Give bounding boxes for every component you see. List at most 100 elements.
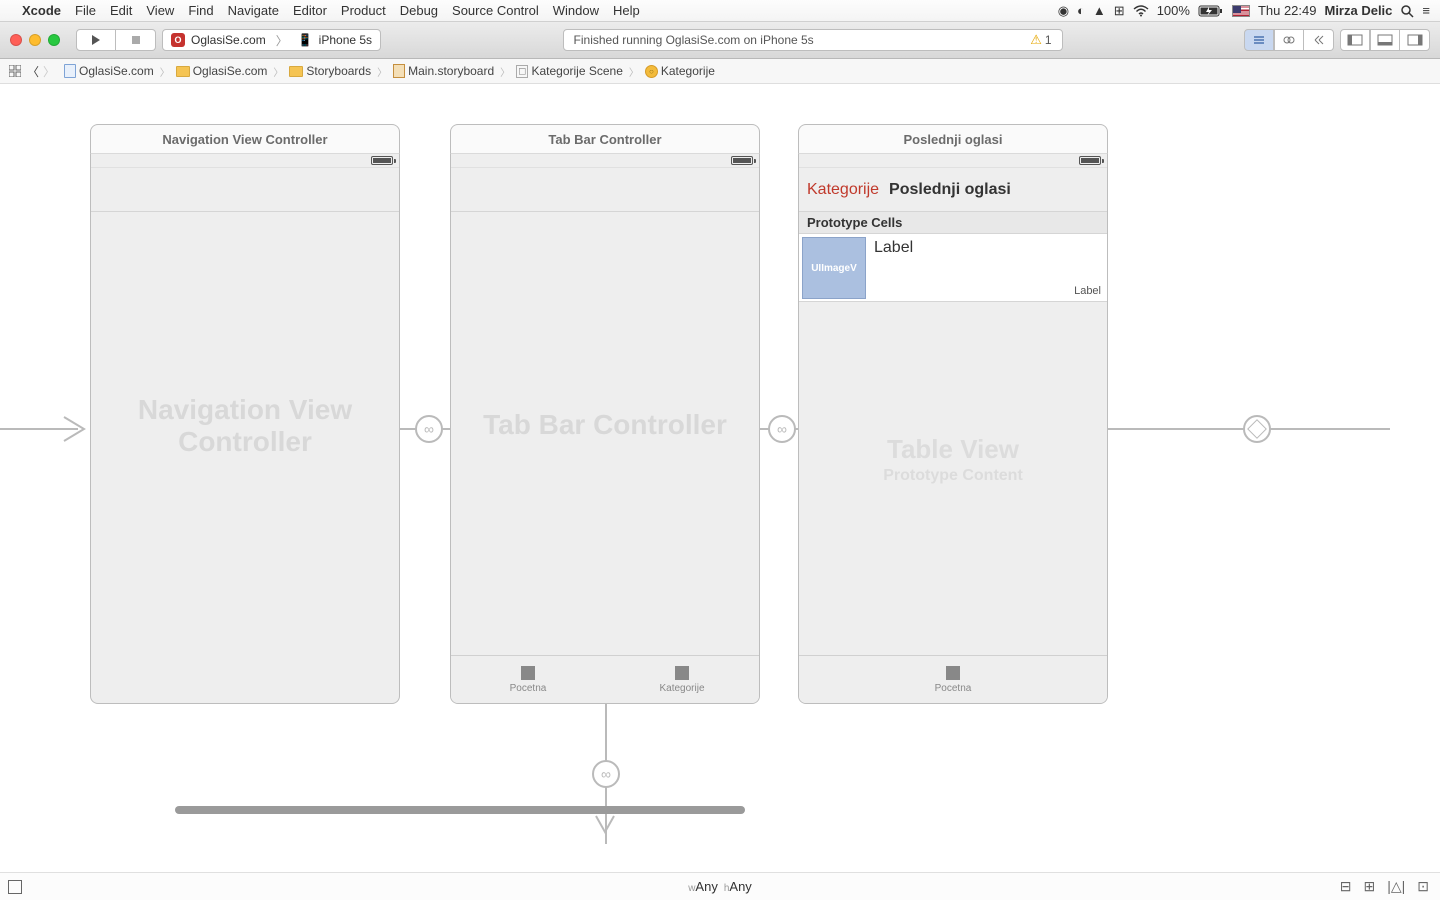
- menu-edit[interactable]: Edit: [110, 3, 132, 18]
- utilities-toggle-button[interactable]: [1400, 29, 1430, 51]
- standard-editor-button[interactable]: [1244, 29, 1274, 51]
- resizing-button[interactable]: ⊡: [1414, 878, 1432, 895]
- breadcrumb-storyboards[interactable]: Storyboards: [289, 64, 371, 78]
- breadcrumb-file[interactable]: Main.storyboard: [393, 64, 494, 78]
- tabbar-controller-scene[interactable]: Tab Bar Controller Tab Bar Controller Po…: [450, 124, 760, 704]
- jump-bar: 〈 〉 OglasiSe.com 〉 OglasiSe.com 〉 Storyb…: [0, 59, 1440, 84]
- placeholder-text: Navigation View Controller: [91, 394, 399, 458]
- minimize-button[interactable]: [29, 34, 41, 46]
- run-button[interactable]: [76, 29, 116, 51]
- segue-show-icon[interactable]: [1243, 415, 1271, 443]
- wifi-icon[interactable]: [1133, 5, 1149, 17]
- pin-button[interactable]: ⊞: [1360, 878, 1378, 895]
- scheme-device-label: iPhone 5s: [319, 33, 372, 47]
- canvas-bottom-bar: wAny hAny ⊟ ⊞ |△| ⊡: [0, 872, 1440, 900]
- segue-relationship-icon[interactable]: ∞: [768, 415, 796, 443]
- menu-file[interactable]: File: [75, 3, 96, 18]
- align-button[interactable]: ⊟: [1337, 878, 1355, 895]
- menu-product[interactable]: Product: [341, 3, 386, 18]
- menu-find[interactable]: Find: [188, 3, 213, 18]
- segue-root-icon[interactable]: ∞: [415, 415, 443, 443]
- storyboard-icon: [393, 64, 405, 78]
- scheme-app-label: OglasiSe.com: [191, 33, 266, 47]
- resolve-issues-button[interactable]: |△|: [1384, 878, 1408, 895]
- menu-source-control[interactable]: Source Control: [452, 3, 539, 18]
- xcode-toolbar: O OglasiSe.com 〉 📱 iPhone 5s Finished ru…: [0, 22, 1440, 59]
- uiimageview[interactable]: UIImageV: [802, 237, 866, 299]
- breadcrumb-project[interactable]: OglasiSe.com: [64, 64, 154, 78]
- segue-relationship-icon[interactable]: ∞: [592, 760, 620, 788]
- size-class-control[interactable]: wAny hAny: [688, 879, 752, 894]
- menu-help[interactable]: Help: [613, 3, 640, 18]
- navigator-toggle-button[interactable]: [1340, 29, 1370, 51]
- stop-button[interactable]: [116, 29, 156, 51]
- activity-viewer[interactable]: Finished running OglasiSe.com on iPhone …: [563, 29, 1063, 51]
- adblock-icon[interactable]: ◐: [1077, 3, 1085, 18]
- prototype-cell[interactable]: UIImageV Label Label: [799, 234, 1107, 302]
- breadcrumb-object[interactable]: ○Kategorije: [645, 64, 715, 78]
- menu-navigate[interactable]: Navigate: [228, 3, 279, 18]
- scheme-selector[interactable]: O OglasiSe.com 〉 📱 iPhone 5s: [162, 29, 381, 51]
- horizontal-scrollbar[interactable]: [175, 806, 745, 814]
- device-icon: 📱: [298, 33, 313, 47]
- prototype-cells-header: Prototype Cells: [799, 212, 1107, 234]
- breadcrumb-group[interactable]: OglasiSe.com: [176, 64, 268, 78]
- nav-title: Poslednji oglasi: [889, 181, 1011, 199]
- scene-title[interactable]: Tab Bar Controller: [450, 124, 760, 154]
- notification-center-icon[interactable]: ≡: [1422, 3, 1430, 18]
- menu-window[interactable]: Window: [553, 3, 599, 18]
- assistant-editor-button[interactable]: [1274, 29, 1304, 51]
- poslednji-oglasi-scene[interactable]: Poslednji oglasi Kategorije Poslednji og…: [798, 124, 1108, 704]
- panel-toggle-group: [1340, 29, 1430, 51]
- warning-icon[interactable]: ⚠: [1030, 32, 1042, 48]
- navigation-controller-scene[interactable]: Navigation View Controller Navigation Vi…: [90, 124, 400, 704]
- scene-title[interactable]: Navigation View Controller: [90, 124, 400, 154]
- user-name[interactable]: Mirza Delic: [1324, 3, 1392, 18]
- project-icon: [64, 64, 76, 78]
- folder-icon: [289, 66, 303, 77]
- app-name[interactable]: Xcode: [22, 3, 61, 18]
- version-editor-button[interactable]: [1304, 29, 1334, 51]
- cell-label-detail[interactable]: Label: [1074, 285, 1101, 297]
- cell-label-main[interactable]: Label: [874, 239, 913, 298]
- battery-percent: 100%: [1157, 3, 1190, 18]
- outline-toggle-button[interactable]: [8, 880, 22, 894]
- navigation-bar[interactable]: Kategorije Poslednji oglasi: [799, 168, 1107, 212]
- scene-icon: ◻: [516, 65, 528, 78]
- arrowhead-icon: [594, 814, 616, 836]
- menu-editor[interactable]: Editor: [293, 3, 327, 18]
- debug-area-toggle-button[interactable]: [1370, 29, 1400, 51]
- battery-icon: [1079, 156, 1101, 165]
- folder-icon: [176, 66, 190, 77]
- drive-icon[interactable]: ▲: [1093, 3, 1106, 18]
- clock[interactable]: Thu 22:49: [1258, 3, 1317, 18]
- tab-pocetna[interactable]: Pocetna: [799, 656, 1107, 703]
- placeholder-text: Tab Bar Controller: [451, 409, 759, 441]
- menu-view[interactable]: View: [146, 3, 174, 18]
- app-icon: O: [171, 33, 185, 47]
- scene-title[interactable]: Poslednji oglasi: [798, 124, 1108, 154]
- battery-icon: [371, 156, 393, 165]
- back-button[interactable]: 〈: [26, 64, 40, 78]
- back-button-label[interactable]: Kategorije: [807, 181, 879, 199]
- battery-icon: [731, 156, 753, 165]
- initial-arrow: [0, 414, 90, 444]
- warning-count: 1: [1045, 33, 1052, 47]
- close-button[interactable]: [10, 34, 22, 46]
- tab-pocetna[interactable]: Pocetna: [451, 656, 605, 703]
- tab-kategorije[interactable]: Kategorije: [605, 656, 759, 703]
- zoom-button[interactable]: [48, 34, 60, 46]
- related-items-button[interactable]: [8, 64, 22, 78]
- window-controls: [10, 34, 60, 46]
- breadcrumb-scene[interactable]: ◻Kategorije Scene: [516, 64, 623, 78]
- spotlight-icon[interactable]: [1400, 4, 1414, 18]
- battery-icon[interactable]: [1198, 5, 1224, 17]
- viber-icon[interactable]: ◉: [1058, 3, 1069, 19]
- forward-button[interactable]: 〉: [42, 64, 56, 78]
- menu-debug[interactable]: Debug: [400, 3, 438, 18]
- storyboard-canvas[interactable]: Navigation View Controller Navigation Vi…: [0, 84, 1440, 844]
- dropbox-icon[interactable]: ⊞: [1114, 3, 1125, 19]
- macos-menubar: Xcode File Edit View Find Navigate Edito…: [0, 0, 1440, 22]
- input-flag-icon[interactable]: [1232, 5, 1250, 17]
- tableview-placeholder: Table View Prototype Content: [799, 434, 1107, 485]
